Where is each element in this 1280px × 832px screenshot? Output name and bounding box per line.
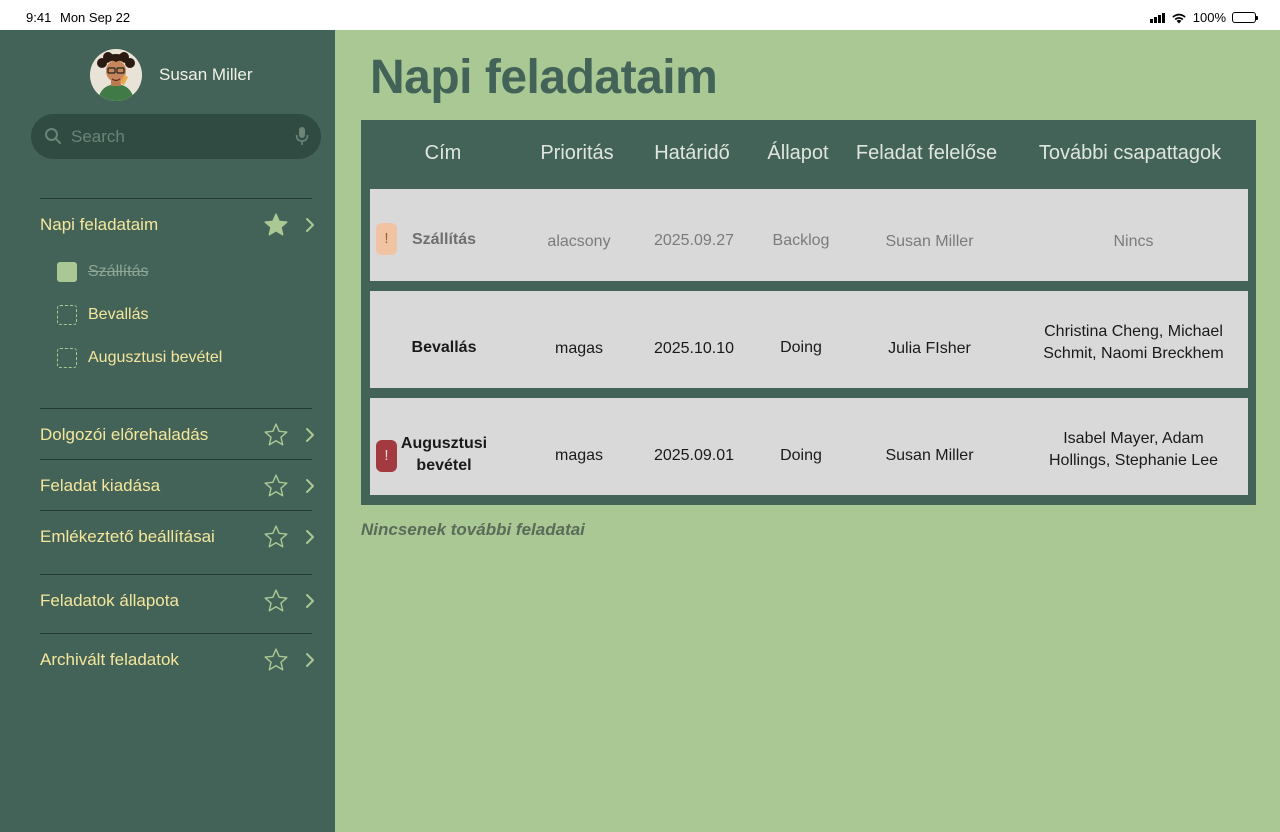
microphone-icon[interactable] [295, 126, 309, 146]
cell-owner: Susan Miller [885, 233, 974, 250]
sub-item-label: Szállítás [88, 263, 149, 280]
star-outline-icon[interactable] [263, 524, 289, 550]
chevron-right-icon[interactable] [304, 593, 316, 609]
star-outline-icon[interactable] [263, 422, 289, 448]
cell-team-line: Isabel Mayer, Adam [1063, 430, 1204, 447]
star-filled-icon[interactable] [263, 212, 289, 238]
user-name: Susan Miller [159, 65, 253, 84]
cell-team: Isabel Mayer, Adam Hollings, Stephanie L… [1027, 428, 1240, 472]
cell-owner: Susan Miller [885, 447, 974, 464]
sub-item-augusztusi-bevetel[interactable]: Augusztusi bevétel [57, 343, 307, 373]
cell-title: Bevallás [411, 339, 477, 356]
avatar[interactable] [90, 49, 142, 101]
priority-flag-low: ! [376, 223, 397, 255]
status-right: 100% [1149, 10, 1258, 25]
cell-team: Nincs [1113, 233, 1154, 250]
checkbox-unchecked[interactable] [57, 305, 77, 325]
table-row[interactable]: ! Augusztusi bevétel magas 2025.09.01 Do… [370, 398, 1248, 495]
cell-priority: magas [554, 447, 604, 464]
cell-priority: magas [554, 340, 604, 357]
divider [40, 574, 312, 575]
task-table: Cím Prioritás Határidő Állapot Feladat f… [361, 120, 1256, 505]
cell-deadline: 2025.10.10 [653, 340, 735, 357]
column-header-allapot[interactable]: Állapot [753, 142, 843, 165]
cell-team-line: Schmit, Naomi Breckhem [1043, 345, 1224, 362]
battery-percent: 100% [1192, 10, 1226, 25]
cell-priority: alacsony [547, 233, 611, 250]
nav-item-emlekezteto-beallitasai[interactable]: Emlékeztető beállításai [40, 517, 320, 557]
nav-item-label: Archivált feladatok [40, 650, 179, 669]
nav-item-label: Dolgozói előrehaladás [40, 425, 209, 444]
checkbox-unchecked[interactable] [57, 348, 77, 368]
cell-deadline: 2025.09.01 [653, 447, 735, 464]
nav-item-label: Feladatok állapota [40, 591, 179, 610]
nav-item-label: Emlékeztető beállításai [40, 527, 215, 546]
checkbox-checked[interactable] [57, 262, 77, 282]
cell-title-line: Augusztusi [400, 435, 488, 452]
divider [40, 198, 312, 199]
cell-team-line: Hollings, Stephanie Lee [1048, 452, 1218, 469]
cell-title-line: bevétel [416, 457, 472, 474]
star-outline-icon[interactable] [263, 588, 289, 614]
cell-team-line: Christina Cheng, Michael [1044, 323, 1223, 340]
cell-title: Szállítás [411, 231, 477, 248]
column-header-prioritas[interactable]: Prioritás [527, 142, 627, 165]
divider [40, 459, 312, 460]
cell-status: Doing [780, 447, 822, 464]
column-header-tovabbi-csapattagok[interactable]: További csapattagok [1025, 142, 1235, 165]
table-row[interactable]: Bevallás magas 2025.10.10 Doing Julia FI… [370, 291, 1248, 388]
nav-item-napi-feladataim[interactable]: Napi feladataim [40, 205, 320, 245]
priority-flag-high: ! [376, 440, 397, 472]
avatar-illustration [90, 49, 142, 101]
cell-status: Doing [780, 339, 822, 356]
cell-title: Augusztusi bevétel [400, 433, 488, 477]
sub-item-bevallas[interactable]: Bevallás [57, 300, 307, 330]
column-header-feladat-felelose[interactable]: Feladat felelőse [849, 142, 1004, 165]
nav-item-label: Feladat kiadása [40, 476, 161, 495]
nav-item-dolgozoi-elorehaladas[interactable]: Dolgozói előrehaladás [40, 415, 320, 455]
star-outline-icon[interactable] [263, 473, 289, 499]
signal-icon [1149, 12, 1165, 23]
sub-item-label: Bevallás [88, 306, 149, 323]
battery-icon [1232, 12, 1258, 23]
nav-item-archivalt-feladatok[interactable]: Archivált feladatok [40, 640, 320, 680]
status-date: Mon Sep 22 [60, 10, 131, 25]
chevron-right-icon[interactable] [304, 427, 316, 443]
divider [40, 408, 312, 409]
chevron-right-icon[interactable] [304, 478, 316, 494]
sidebar: Susan Miller Search Napi feladataim Szál… [0, 30, 335, 832]
search-input[interactable]: Search [71, 127, 125, 147]
no-more-tasks-note: Nincsenek további feladatai [361, 520, 585, 539]
sub-item-label: Augusztusi bevétel [88, 349, 223, 366]
divider [40, 633, 312, 634]
nav-item-feladat-kiadasa[interactable]: Feladat kiadása [40, 466, 320, 506]
status-bar: 9:41 Mon Sep 22 100% [0, 0, 1280, 30]
cell-deadline: 2025.09.27 [653, 232, 735, 249]
divider [40, 510, 312, 511]
nav-item-label: Napi feladataim [40, 215, 159, 234]
nav-item-feladatok-allapota[interactable]: Feladatok állapota [40, 581, 320, 621]
page-title: Napi feladataim [370, 51, 718, 104]
wifi-icon [1172, 13, 1186, 23]
sub-item-szallitas[interactable]: Szállítás [57, 257, 307, 287]
star-outline-icon[interactable] [263, 647, 289, 673]
chevron-right-icon[interactable] [304, 529, 316, 545]
search-bar[interactable]: Search [31, 114, 321, 159]
column-header-cim[interactable]: Cím [403, 142, 483, 165]
search-icon [45, 128, 61, 144]
cell-owner: Julia FIsher [888, 340, 971, 357]
status-time: 9:41 [26, 10, 52, 25]
cell-team: Christina Cheng, Michael Schmit, Naomi B… [1027, 321, 1240, 365]
column-header-hatarido[interactable]: Határidő [641, 142, 743, 165]
cell-status: Backlog [772, 232, 830, 249]
chevron-right-icon[interactable] [304, 217, 316, 233]
table-row[interactable]: ! Szállítás alacsony 2025.09.27 Backlog … [370, 189, 1248, 281]
chevron-right-icon[interactable] [304, 652, 316, 668]
